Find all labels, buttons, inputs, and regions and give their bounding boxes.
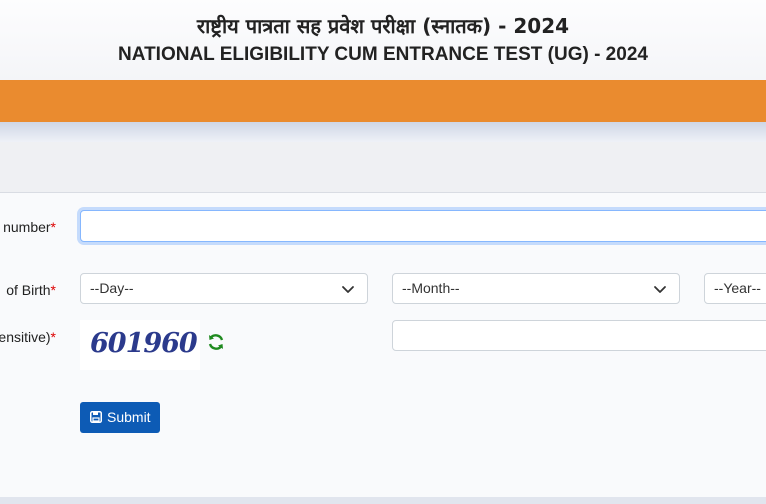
page-title-hindi: राष्ट्रीय पात्रता सह प्रवेश परीक्षा (स्न… xyxy=(196,14,570,38)
refresh-icon[interactable] xyxy=(206,332,226,352)
captcha-code: 601960 xyxy=(90,328,198,359)
required-mark: * xyxy=(50,219,56,235)
day-select-value: --Day-- xyxy=(90,280,134,296)
page-header: राष्ट्रीय पात्रता सह प्रवेश परीक्षा (स्न… xyxy=(0,0,766,80)
required-mark: * xyxy=(50,282,56,298)
chevron-down-icon xyxy=(342,286,354,293)
required-mark: * xyxy=(50,329,56,345)
card-header xyxy=(0,142,766,193)
submit-button[interactable]: Submit xyxy=(80,402,160,433)
day-select[interactable]: --Day-- xyxy=(80,273,368,304)
application-number-label: number* xyxy=(3,219,56,235)
save-icon xyxy=(90,411,102,423)
banner-shadow xyxy=(0,122,766,142)
year-select-value: --Year-- xyxy=(714,280,761,296)
month-select[interactable]: --Month-- xyxy=(392,273,680,304)
date-of-birth-label: of Birth* xyxy=(6,282,56,298)
captcha-input[interactable] xyxy=(392,320,766,351)
orange-banner xyxy=(0,80,766,122)
month-select-value: --Month-- xyxy=(402,280,460,296)
chevron-down-icon xyxy=(654,286,666,293)
card-footer-edge xyxy=(0,497,766,504)
submit-button-label: Submit xyxy=(107,409,151,425)
captcha-label: ensitive)* xyxy=(0,329,56,345)
year-select[interactable]: --Year-- xyxy=(704,273,766,304)
page-title-english: NATIONAL ELIGIBILITY CUM ENTRANCE TEST (… xyxy=(118,44,648,65)
captcha-image: 601960 xyxy=(80,320,200,370)
application-number-input[interactable] xyxy=(80,210,766,242)
